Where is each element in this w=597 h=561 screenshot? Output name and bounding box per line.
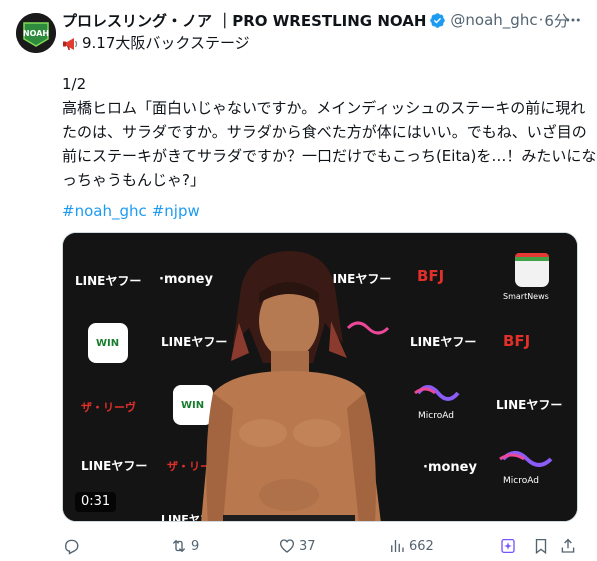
tweet-line-2: 1/2	[62, 75, 87, 93]
logo-line-yahoo: LINEヤフー	[75, 274, 141, 288]
reply-button[interactable]	[62, 535, 83, 557]
logo-microad: MicroAd	[418, 411, 454, 421]
video-frame: LINEヤフー ·money LINEヤフー BFJ LINEヤフー LINEヤ…	[63, 233, 577, 521]
tweet-header: プロレスリング・ノア ｜PRO WRESTLING NOAH @noah_ghc…	[62, 10, 569, 30]
avatar-logo-text: NOAH	[23, 29, 49, 38]
logo-bfj-2: BFJ	[503, 332, 530, 350]
like-count: 37	[299, 538, 316, 554]
logo-bfj: BFJ	[417, 267, 444, 285]
bookmark-icon	[535, 538, 547, 555]
tweet-line-3: 高橋ヒロム「面白いじゃないですか。メインディッシュのステーキの前に現れ	[62, 99, 586, 117]
tweet-heading-text: 9.17大阪バックステージ	[82, 34, 250, 52]
display-name[interactable]: プロレスリング・ノア ｜PRO WRESTLING NOAH	[62, 10, 426, 31]
logo-microad-2: MicroAd	[503, 476, 539, 486]
logo-line-yahoo-3: LINEヤフー	[161, 335, 227, 349]
grok-icon	[501, 538, 515, 554]
like-button[interactable]: 37	[278, 535, 316, 557]
svg-text:WIN: WIN	[181, 400, 204, 411]
tweet-line-1: 9.17大阪バックステージ	[62, 31, 250, 55]
separator: ·	[538, 11, 544, 29]
tweet: NOAH プロレスリング・ノア ｜PRO WRESTLING NOAH @noa…	[0, 0, 597, 561]
hashtag-njpw[interactable]: #njpw	[152, 202, 200, 220]
view-count: 662	[409, 538, 434, 554]
heart-icon	[279, 539, 295, 553]
tweet-line-5: 前にステーキがきてサラダですか？一口だけでもこっち(Eita)を…！みたいにな	[62, 147, 597, 165]
logo-line-yahoo-5: LINEヤフー	[496, 398, 562, 412]
video-player[interactable]: LINEヤフー ·money LINEヤフー BFJ LINEヤフー LINEヤ…	[62, 232, 578, 522]
hashtag-noah-ghc[interactable]: #noah_ghc	[62, 202, 147, 220]
analytics-icon	[391, 540, 404, 552]
views-button[interactable]: 662	[388, 535, 434, 557]
video-duration-badge: 0:31	[75, 492, 117, 512]
svg-text:WIN: WIN	[96, 338, 119, 349]
avatar[interactable]: NOAH	[16, 13, 56, 53]
share-icon	[561, 538, 575, 553]
reply-icon	[65, 539, 79, 555]
logo-the-reave: ザ・リーヴ	[81, 400, 136, 414]
action-bar: 9 37 662	[62, 535, 582, 557]
megaphone-icon	[62, 35, 80, 51]
share-button[interactable]	[559, 535, 577, 557]
tweet-line-6: っちゃうもんじゃ?」	[62, 171, 205, 189]
logo-money: ·money	[159, 272, 213, 287]
hashtags: #noah_ghc #njpw	[62, 199, 205, 223]
bookmark-button[interactable]	[532, 535, 550, 557]
verified-badge-icon	[429, 12, 446, 29]
tweet-line-4: たのは、サラダですか。サラダから食べた方が体にはいい。でもね、いざ目の	[62, 123, 587, 141]
retweet-icon	[172, 539, 186, 553]
handle[interactable]: @noah_ghc	[450, 11, 537, 29]
more-options-icon[interactable]	[563, 10, 583, 30]
retweet-count: 9	[191, 538, 200, 554]
logo-line-yahoo-4: LINEヤフー	[410, 335, 476, 349]
logo-line-yahoo-2: LINEヤフー	[325, 272, 391, 286]
logo-smartnews: SmartNews	[503, 292, 549, 301]
logo-line-yahoo-6: LINEヤフー	[81, 459, 147, 473]
retweet-button[interactable]: 9	[170, 535, 199, 557]
grok-button[interactable]	[499, 535, 517, 557]
logo-money-2: ·money	[423, 460, 477, 475]
